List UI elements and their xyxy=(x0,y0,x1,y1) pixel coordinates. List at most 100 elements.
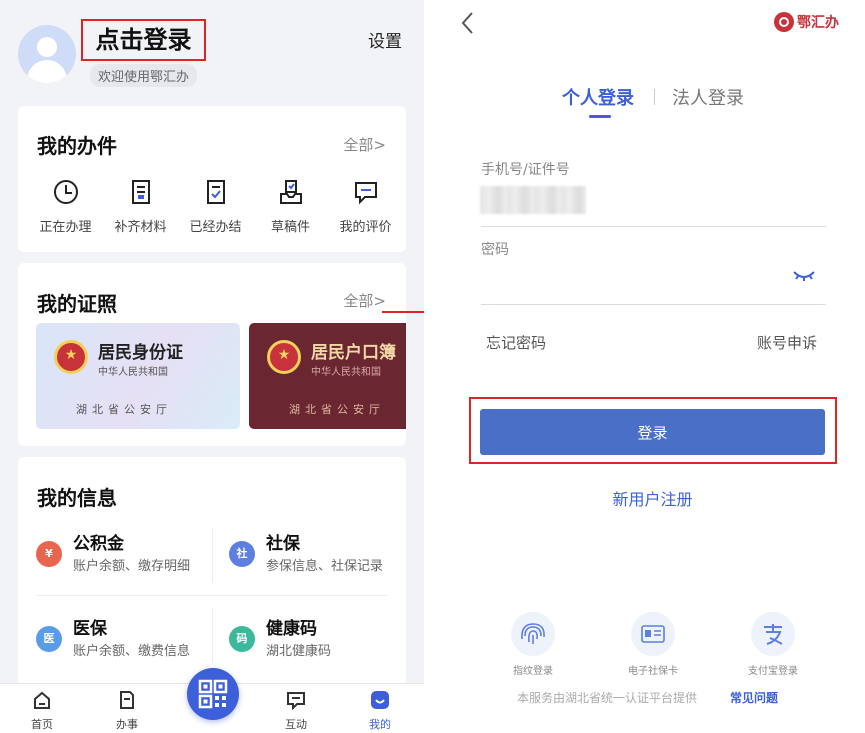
info-item-desc: 参保信息、社保记录 xyxy=(266,559,384,574)
social-security-card-icon xyxy=(641,625,665,643)
certificate-country: 中华人民共和国 xyxy=(98,367,168,378)
health-code-icon: 码 xyxy=(229,626,255,652)
task-item-label: 正在办理 xyxy=(39,220,92,235)
back-arrow-icon[interactable] xyxy=(458,10,476,36)
service-provider-note: 本服务由湖北省统一认证平台提供 xyxy=(517,691,698,705)
info-item-name: 健康码 xyxy=(266,619,317,639)
forgot-password-link[interactable]: 忘记密码 xyxy=(486,332,546,353)
nav-mine[interactable]: 我的 xyxy=(355,690,405,732)
task-item-drafts[interactable]: 草稿件 xyxy=(253,178,328,235)
info-item-name: 公积金 xyxy=(73,534,124,554)
social-security-icon: 社 xyxy=(229,541,255,567)
task-item-in-progress[interactable]: 正在办理 xyxy=(28,178,103,235)
my-tasks-title: 我的办件 xyxy=(37,134,117,158)
info-item-name: 社保 xyxy=(266,534,300,554)
info-item-health-code[interactable]: 码 健康码 湖北健康码 xyxy=(229,614,409,664)
nav-interact[interactable]: 互动 xyxy=(271,690,321,732)
national-emblem-icon xyxy=(267,340,301,374)
id-card-certificate[interactable]: 居民身份证 中华人民共和国 湖北省公安厅 xyxy=(36,323,240,429)
login-button[interactable]: 登录 xyxy=(480,409,825,455)
household-register-certificate[interactable]: 居民户口簿 中华人民共和国 湖北省公安厅 xyxy=(249,323,406,429)
nav-home[interactable]: 首页 xyxy=(17,690,67,732)
certificate-issuer: 湖北省公安厅 xyxy=(76,403,172,416)
certificate-country: 中华人民共和国 xyxy=(311,367,381,378)
login-panel: 鄂汇办 个人登录 法人登录 手机号/证件号 密码 忘记密码 账号申诉 登录 新用… xyxy=(424,0,865,733)
welcome-text: 欢迎使用鄂汇办 xyxy=(90,64,198,87)
medical-insurance-icon: 医 xyxy=(36,626,62,652)
chat-icon xyxy=(287,692,305,711)
info-item-social-security[interactable]: 社 社保 参保信息、社保记录 xyxy=(229,529,409,579)
draft-tray-icon xyxy=(279,180,302,204)
my-information-title: 我的信息 xyxy=(37,486,117,510)
clock-icon xyxy=(53,180,78,204)
national-emblem-icon xyxy=(54,340,88,374)
social-security-card-login[interactable]: 电子社保卡 xyxy=(613,612,693,677)
home-icon xyxy=(34,691,50,709)
task-item-label: 我的评价 xyxy=(339,220,392,235)
fingerprint-login[interactable]: 指纹登录 xyxy=(493,612,573,677)
smile-face-icon xyxy=(371,691,389,709)
divider xyxy=(481,304,826,305)
task-item-label: 已经办结 xyxy=(189,220,242,235)
my-information-card: 我的信息 ¥ 公积金 账户余额、缴存明细 社 社保 参保信息、社保记录 医 医保… xyxy=(18,457,406,697)
task-item-supplement[interactable]: 补齐材料 xyxy=(103,178,178,235)
alt-login-label: 支付宝登录 xyxy=(748,666,798,677)
document-icon xyxy=(120,691,134,709)
task-item-reviews[interactable]: 我的评价 xyxy=(328,178,403,235)
nav-home-label: 首页 xyxy=(31,718,53,731)
brand-seal-icon xyxy=(774,12,794,32)
my-page-panel: 点击登录 欢迎使用鄂汇办 设置 我的办件 全部> 正在办理 补齐材料 已经办结 … xyxy=(0,0,424,733)
nav-interact-label: 互动 xyxy=(285,718,307,731)
task-item-label: 补齐材料 xyxy=(114,220,167,235)
info-item-housing-fund[interactable]: ¥ 公积金 账户余额、缴存明细 xyxy=(36,529,216,579)
info-item-desc: 账户余额、缴存明细 xyxy=(73,559,191,574)
alipay-login[interactable]: 支付宝登录 xyxy=(733,612,813,677)
register-link[interactable]: 新用户注册 xyxy=(424,486,865,510)
password-label: 密码 xyxy=(481,242,509,258)
my-tasks-card: 我的办件 全部> 正在办理 补齐材料 已经办结 草稿件 我的评价 xyxy=(18,106,406,252)
info-item-desc: 湖北健康码 xyxy=(266,644,332,659)
tab-separator xyxy=(654,89,655,105)
comment-icon xyxy=(354,182,377,205)
my-certificates-title: 我的证照 xyxy=(37,292,117,316)
divider xyxy=(36,595,388,596)
alipay-icon xyxy=(764,624,783,645)
qr-scan-button[interactable] xyxy=(187,668,239,720)
task-item-label: 草稿件 xyxy=(270,220,310,235)
task-item-completed[interactable]: 已经办结 xyxy=(178,178,253,235)
click-to-login-link[interactable]: 点击登录 xyxy=(81,19,206,61)
house-fund-icon: ¥ xyxy=(36,541,62,567)
info-item-medical-insurance[interactable]: 医 医保 账户余额、缴费信息 xyxy=(36,614,216,664)
phone-id-label: 手机号/证件号 xyxy=(481,162,570,178)
qr-code-icon xyxy=(198,679,228,709)
divider xyxy=(212,527,213,582)
tab-personal-login[interactable]: 个人登录 xyxy=(562,84,634,110)
faq-link[interactable]: 常见问题 xyxy=(730,689,778,706)
active-tab-indicator xyxy=(589,115,611,118)
my-certificates-card: 我的证照 全部> 居民身份证 中华人民共和国 湖北省公安厅 居民户口簿 中华人民… xyxy=(18,263,406,446)
account-appeal-link[interactable]: 账号申诉 xyxy=(757,332,817,353)
my-certificates-all-link[interactable]: 全部> xyxy=(343,290,386,311)
fingerprint-icon xyxy=(521,623,545,644)
divider xyxy=(481,226,826,227)
info-item-name: 医保 xyxy=(73,619,107,639)
settings-link[interactable]: 设置 xyxy=(368,27,402,52)
alt-login-label: 指纹登录 xyxy=(513,666,553,677)
nav-tasks-label: 办事 xyxy=(116,718,138,731)
info-item-desc: 账户余额、缴费信息 xyxy=(73,644,191,659)
password-input[interactable] xyxy=(481,262,781,292)
certificate-issuer: 湖北省公安厅 xyxy=(289,403,385,416)
brand-name: 鄂汇办 xyxy=(797,15,839,31)
eye-closed-icon[interactable] xyxy=(792,268,816,284)
document-icon xyxy=(131,180,150,204)
nav-mine-label: 我的 xyxy=(369,718,391,731)
my-tasks-all-link[interactable]: 全部> xyxy=(343,134,386,155)
avatar[interactable] xyxy=(18,25,76,83)
brand-logo: 鄂汇办 xyxy=(774,10,839,34)
phone-id-input[interactable] xyxy=(480,186,586,214)
nav-tasks[interactable]: 办事 xyxy=(102,690,152,732)
document-check-icon xyxy=(206,180,225,204)
tab-legal-login[interactable]: 法人登录 xyxy=(672,84,744,110)
certificate-name: 居民户口簿 xyxy=(311,343,396,363)
certificate-name: 居民身份证 xyxy=(98,343,183,363)
